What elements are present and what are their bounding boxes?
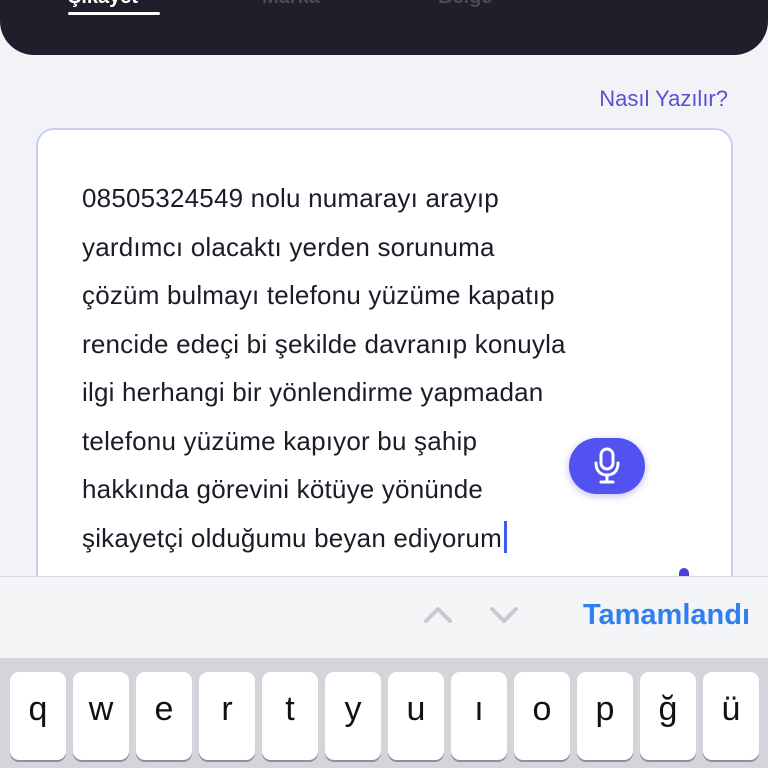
text-cursor	[503, 520, 507, 553]
keyboard: q w e r t y u ı o p ğ ü	[0, 658, 768, 768]
key-u-umlaut[interactable]: ü	[703, 672, 759, 760]
complaint-text-area[interactable]: 08505324549 nolu numarayı arayıp yardımc…	[36, 128, 733, 608]
tab-sikayet[interactable]: Şikayet	[68, 0, 138, 9]
active-tab-indicator	[68, 12, 160, 15]
top-tab-bar: Şikayet Marka Belge	[0, 0, 768, 55]
key-e[interactable]: e	[136, 672, 192, 760]
key-u[interactable]: u	[388, 672, 444, 760]
keyboard-accessory-bar: Tamamlandı	[0, 576, 768, 658]
complaint-text-value: 08505324549 nolu numarayı arayıp yardımc…	[82, 183, 566, 553]
complaint-text[interactable]: 08505324549 nolu numarayı arayıp yardımc…	[82, 174, 702, 562]
key-y[interactable]: y	[325, 672, 381, 760]
tab-belge[interactable]: Belge	[438, 0, 492, 9]
chevron-down-icon[interactable]	[488, 603, 520, 625]
key-o[interactable]: o	[514, 672, 570, 760]
key-q[interactable]: q	[10, 672, 66, 760]
tab-marka[interactable]: Marka	[262, 0, 320, 9]
key-g-breve[interactable]: ğ	[640, 672, 696, 760]
key-p[interactable]: p	[577, 672, 633, 760]
key-w[interactable]: w	[73, 672, 129, 760]
key-r[interactable]: r	[199, 672, 255, 760]
key-dotless-i[interactable]: ı	[451, 672, 507, 760]
chevron-up-icon[interactable]	[422, 603, 454, 625]
microphone-icon	[594, 447, 620, 484]
done-button[interactable]: Tamamlandı	[583, 599, 750, 632]
key-t[interactable]: t	[262, 672, 318, 760]
how-to-write-link[interactable]: Nasıl Yazılır?	[599, 86, 728, 112]
voice-input-button[interactable]	[569, 438, 645, 494]
